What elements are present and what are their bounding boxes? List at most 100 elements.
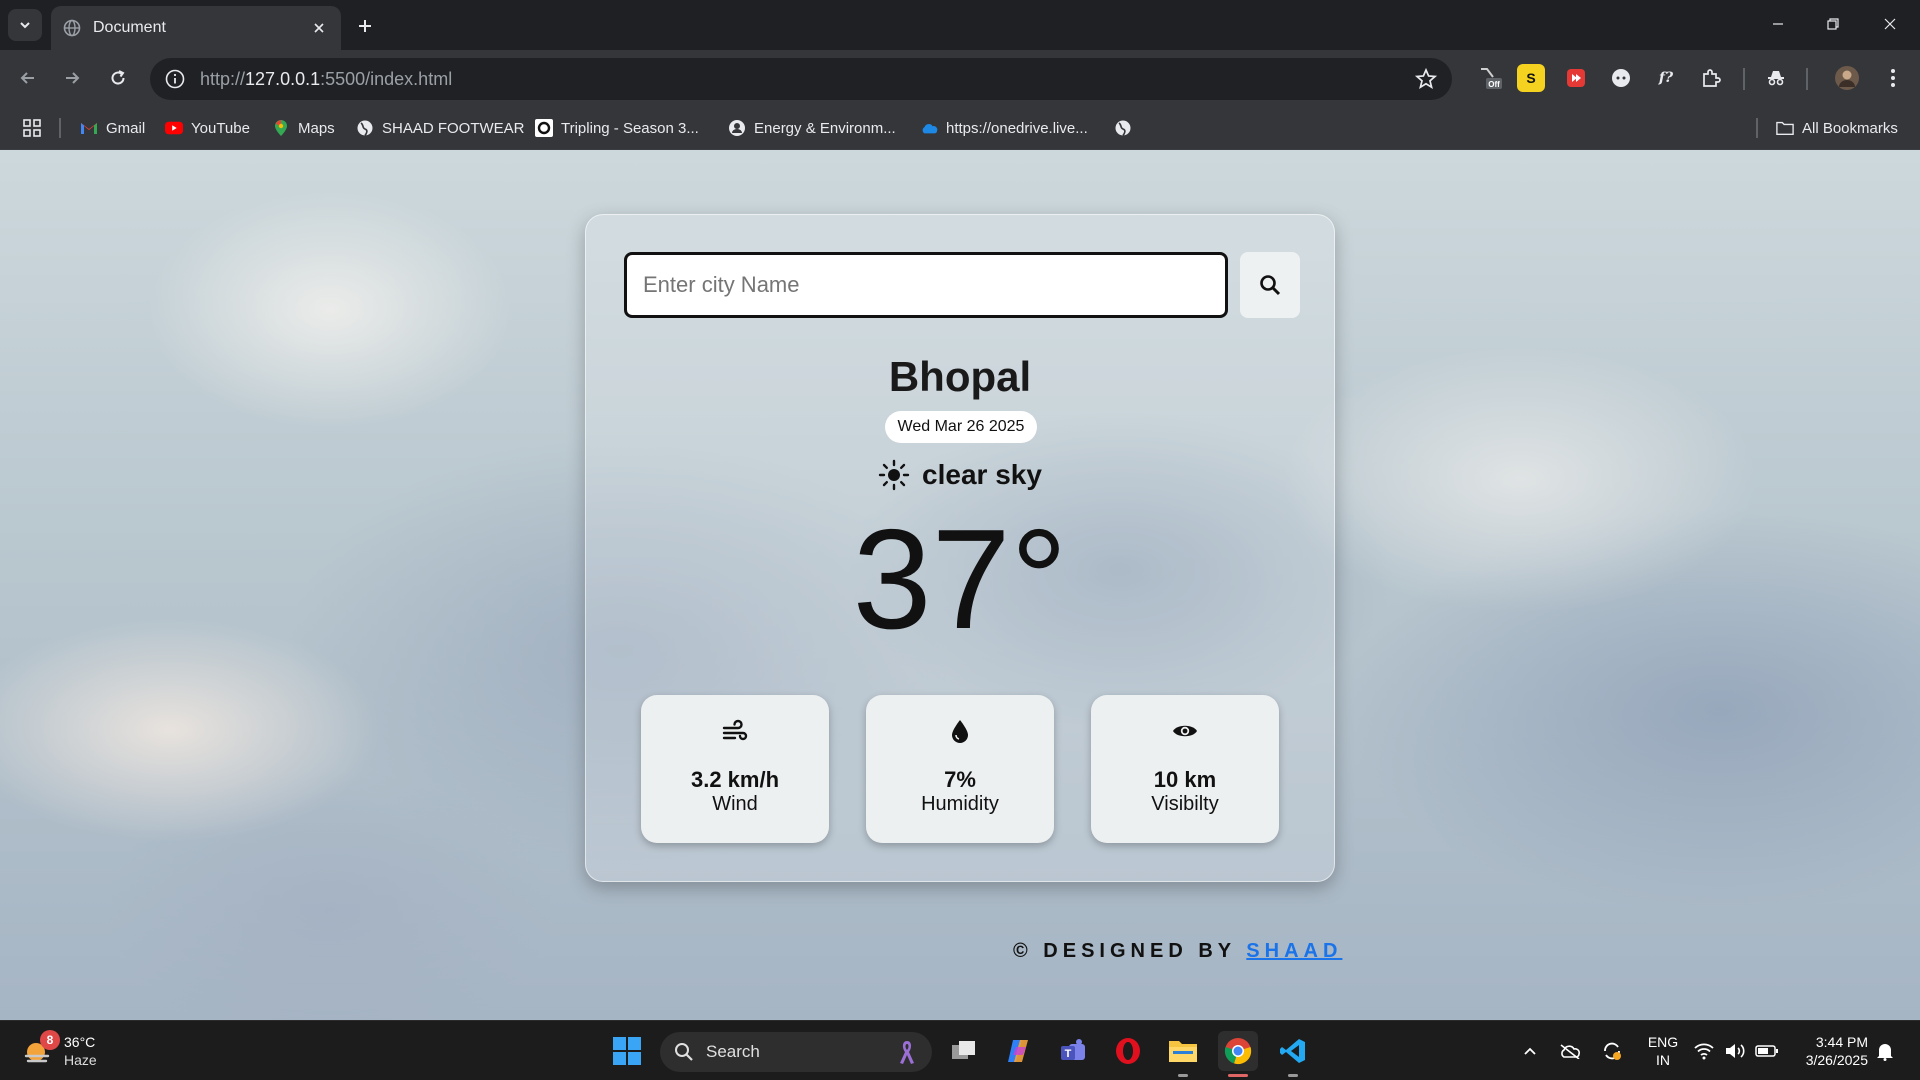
taskbar-clock[interactable]: 3:44 PM 3/26/2025 — [1790, 1033, 1868, 1069]
bookmark-youtube[interactable]: YouTube — [165, 106, 250, 150]
humidity-label: Humidity — [921, 793, 999, 815]
bookmark-separator — [1756, 118, 1758, 138]
restore-icon[interactable] — [1813, 8, 1853, 40]
temperature: 37° — [852, 500, 1068, 659]
svg-text:Off: Off — [1488, 80, 1500, 89]
tab-search-button[interactable] — [8, 9, 42, 41]
wind-card: 3.2 km/h Wind — [641, 695, 829, 843]
browser-toolbar: http://127.0.0.1:5500/index.html Off S f… — [0, 50, 1920, 106]
extension-circle-icon[interactable] — [1607, 64, 1635, 92]
bookmarks-bar: Gmail YouTube Maps SHAAD FOOTWEAR Tripli… — [0, 106, 1920, 150]
more-menu-icon[interactable] — [1879, 64, 1907, 92]
active-tab[interactable]: Document — [51, 6, 341, 50]
task-view-icon[interactable] — [944, 1031, 984, 1071]
copilot-icon[interactable] — [998, 1031, 1038, 1071]
volume-icon[interactable] — [1722, 1031, 1750, 1071]
forward-arrow-icon[interactable] — [58, 64, 86, 92]
wind-value: 3.2 km/h — [690, 767, 780, 792]
bookmark-onedrive[interactable]: https://onedrive.live... — [920, 106, 1088, 150]
language-indicator[interactable]: ENG IN — [1642, 1033, 1684, 1069]
search-button[interactable] — [1240, 252, 1300, 318]
designer-link[interactable]: SHAAD — [1246, 940, 1342, 962]
extension-s-icon[interactable]: S — [1517, 64, 1545, 92]
globe-icon — [356, 119, 374, 137]
humidity-value: 7% — [944, 767, 976, 792]
profile-avatar[interactable] — [1833, 64, 1861, 92]
weather-page: Bhopal Wed Mar 26 2025 clear sky 37° 3.2… — [0, 150, 1920, 1020]
tvf-icon — [535, 119, 553, 137]
tab-title: Document — [93, 19, 166, 36]
opera-icon[interactable] — [1108, 1031, 1148, 1071]
url-text: http://127.0.0.1:5500/index.html — [200, 68, 453, 89]
taskbar-search-label: Search — [706, 1042, 760, 1061]
bookmark-globe[interactable] — [1114, 106, 1140, 150]
designer-credit: © DESIGNED BY SHAAD — [1013, 940, 1343, 962]
visibility-card: 10 km Visibilty — [1091, 695, 1279, 843]
new-tab-plus-icon[interactable] — [352, 13, 378, 39]
notification-bell-icon[interactable] — [1872, 1031, 1898, 1071]
extension-off-icon[interactable]: Off — [1476, 64, 1504, 92]
teams-icon[interactable]: T — [1053, 1031, 1093, 1071]
browser-tab-strip: Document — [0, 0, 1920, 50]
chrome-icon[interactable] — [1218, 1031, 1258, 1077]
course-icon — [728, 119, 746, 137]
humidity-card: 7% Humidity — [866, 695, 1054, 843]
taskbar-search-box[interactable]: Search — [660, 1032, 932, 1072]
site-info-icon[interactable] — [164, 68, 186, 90]
youtube-icon — [165, 119, 183, 137]
taskbar-weather-temp: 36°C — [64, 1034, 96, 1050]
reload-icon[interactable] — [104, 64, 132, 92]
date-badge: Wed Mar 26 2025 — [885, 411, 1037, 443]
chevron-down-icon — [20, 22, 30, 29]
back-arrow-icon[interactable] — [14, 64, 42, 92]
clock-date: 3/26/2025 — [1805, 1052, 1868, 1068]
onedrive-icon — [920, 119, 938, 137]
wind-icon — [722, 719, 748, 741]
toolbar-separator — [1806, 68, 1808, 90]
bookmark-maps[interactable]: Maps — [272, 106, 335, 150]
bookmark-shaad-footwear[interactable]: SHAAD FOOTWEAR — [356, 106, 525, 150]
eye-icon — [1173, 725, 1197, 737]
folder-icon — [1776, 119, 1794, 137]
extensions-puzzle-icon[interactable] — [1697, 64, 1725, 92]
bookmark-tripling[interactable]: Tripling - Season 3... — [535, 106, 699, 150]
bookmark-energy-environment[interactable]: Energy & Environm... — [728, 106, 896, 150]
sync-tray-icon[interactable] — [1598, 1031, 1626, 1071]
sun-icon — [878, 459, 910, 491]
close-tab-icon[interactable] — [309, 18, 329, 38]
all-bookmarks[interactable]: All Bookmarks — [1776, 106, 1898, 150]
address-bar[interactable]: http://127.0.0.1:5500/index.html — [150, 58, 1452, 100]
file-explorer-icon[interactable] — [1163, 1031, 1203, 1077]
windows-start-icon[interactable] — [607, 1031, 647, 1071]
minimize-icon[interactable] — [1758, 8, 1798, 40]
bookmark-gmail[interactable]: Gmail — [80, 106, 145, 150]
search-icon — [675, 1043, 693, 1061]
toolbar-separator — [1743, 68, 1745, 90]
notification-badge: 8 — [40, 1030, 60, 1050]
battery-icon[interactable] — [1752, 1031, 1782, 1071]
search-icon — [1260, 275, 1281, 296]
svg-text:T: T — [1065, 1048, 1072, 1060]
visibility-value: 10 km — [1153, 767, 1217, 792]
extension-function-icon[interactable]: f? — [1652, 64, 1680, 92]
droplet-icon — [952, 720, 968, 743]
show-hidden-icons[interactable] — [1518, 1031, 1542, 1071]
city-search-input[interactable] — [624, 252, 1228, 318]
wifi-icon[interactable] — [1690, 1031, 1718, 1071]
apps-grid-icon[interactable] — [22, 106, 42, 150]
weather-card: Bhopal Wed Mar 26 2025 clear sky 37° 3.2… — [585, 214, 1335, 882]
extension-red-play-icon[interactable] — [1562, 64, 1590, 92]
bookmark-separator — [59, 118, 61, 138]
city-name: Bhopal — [888, 353, 1032, 400]
visibility-label: Visibilty — [1151, 793, 1219, 815]
taskbar-weather-widget[interactable]: 8 36°C Haze — [22, 1029, 97, 1073]
incognito-icon[interactable] — [1762, 64, 1790, 92]
gmail-icon — [80, 119, 98, 137]
bookmark-star-icon[interactable] — [1414, 67, 1438, 91]
vscode-icon[interactable] — [1273, 1031, 1313, 1077]
close-window-icon[interactable] — [1870, 8, 1910, 40]
onedrive-tray-icon[interactable] — [1556, 1031, 1584, 1071]
weather-condition: clear sky — [586, 459, 1334, 491]
globe-icon — [1114, 119, 1132, 137]
taskbar-weather-condition: Haze — [64, 1052, 97, 1068]
